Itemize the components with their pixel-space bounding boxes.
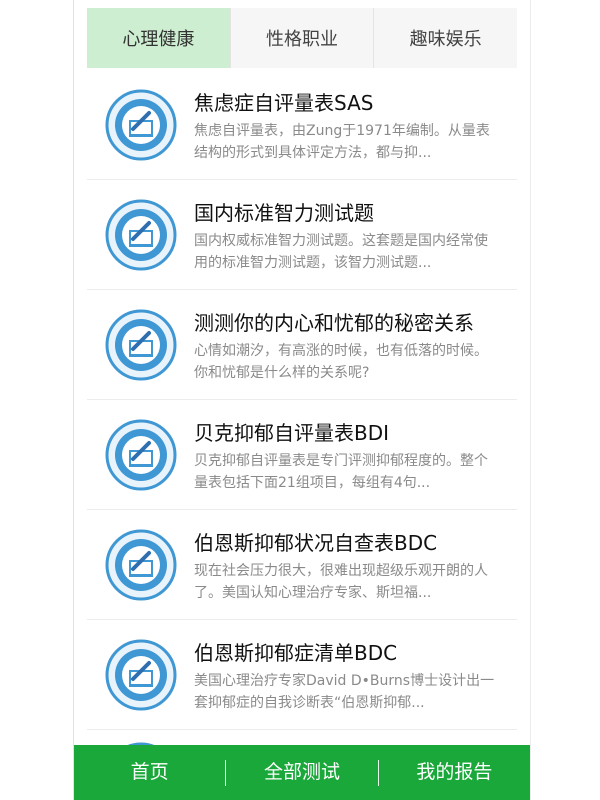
tab-fun-entertainment[interactable]: 趣味娱乐	[374, 8, 517, 68]
list-item[interactable]: 伯恩斯抑郁状况自查表BDC 现在社会压力很大，很难出现超级乐观开朗的人了。美国认…	[87, 510, 517, 620]
test-title: 贝克抑郁自评量表BDI	[194, 421, 390, 445]
test-list: 焦虑症自评量表SAS 焦虑自评量表，由Zung于1971年编制。从量表结构的形式…	[87, 70, 517, 730]
test-title: 焦虑症自评量表SAS	[194, 91, 374, 115]
nav-home[interactable]: 首页	[74, 745, 225, 800]
test-title: 伯恩斯抑郁症清单BDC	[194, 641, 398, 665]
test-badge-icon	[105, 309, 177, 381]
list-item[interactable]: 国内标准智力测试题 国内权威标准智力测试题。这套题是国内经常使用的标准智力测试题…	[87, 180, 517, 290]
app-frame: 心理健康 性格职业 趣味娱乐 焦虑症自评量表SAS 焦虑自评量表，由Zung于1…	[74, 0, 530, 800]
test-description: 美国心理治疗专家David D•Burns博士设计出一套抑郁症的自我诊断表“伯恩…	[194, 673, 495, 711]
frame-edge-right	[530, 0, 531, 800]
nav-all-tests[interactable]: 全部测试	[226, 745, 377, 800]
test-badge-icon	[105, 419, 177, 491]
category-tabs: 心理健康 性格职业 趣味娱乐	[87, 8, 517, 68]
list-item[interactable]: 伯恩斯抑郁症清单BDC 美国心理治疗专家David D•Burns博士设计出一套…	[87, 620, 517, 730]
nav-divider	[377, 759, 379, 786]
tab-personality-career[interactable]: 性格职业	[231, 8, 375, 68]
test-title: 测测你的内心和忧郁的秘密关系	[194, 311, 474, 335]
test-description: 焦虑自评量表，由Zung于1971年编制。从量表结构的形式到具体评定方法，都与抑…	[194, 123, 490, 161]
test-description: 国内权威标准智力测试题。这套题是国内经常使用的标准智力测试题，该智力测试题...	[194, 233, 488, 271]
test-description: 心情如潮汐，有高涨的时候，也有低落的时候。你和忧郁是什么样的关系呢?	[194, 343, 488, 381]
test-badge-icon	[105, 529, 177, 601]
test-badge-icon	[105, 89, 177, 161]
list-item[interactable]: 测测你的内心和忧郁的秘密关系 心情如潮汐，有高涨的时候，也有低落的时候。你和忧郁…	[87, 290, 517, 400]
nav-my-reports[interactable]: 我的报告	[379, 745, 530, 800]
test-title: 伯恩斯抑郁状况自查表BDC	[194, 531, 438, 555]
test-badge-icon	[105, 639, 177, 711]
test-description: 现在社会压力很大，很难出现超级乐观开朗的人了。美国认知心理治疗专家、斯坦福...	[194, 563, 488, 601]
test-description: 贝克抑郁自评量表是专门评测抑郁程度的。整个量表包括下面21组项目，每组有4句..…	[194, 453, 488, 491]
test-title: 国内标准智力测试题	[194, 201, 374, 225]
list-item[interactable]: 焦虑症自评量表SAS 焦虑自评量表，由Zung于1971年编制。从量表结构的形式…	[87, 70, 517, 180]
list-item[interactable]: 贝克抑郁自评量表BDI 贝克抑郁自评量表是专门评测抑郁程度的。整个量表包括下面2…	[87, 400, 517, 510]
test-badge-icon	[105, 199, 177, 271]
bottom-nav: 首页 全部测试 我的报告	[74, 745, 530, 800]
nav-divider	[225, 759, 227, 786]
tab-mental-health[interactable]: 心理健康	[87, 8, 231, 68]
